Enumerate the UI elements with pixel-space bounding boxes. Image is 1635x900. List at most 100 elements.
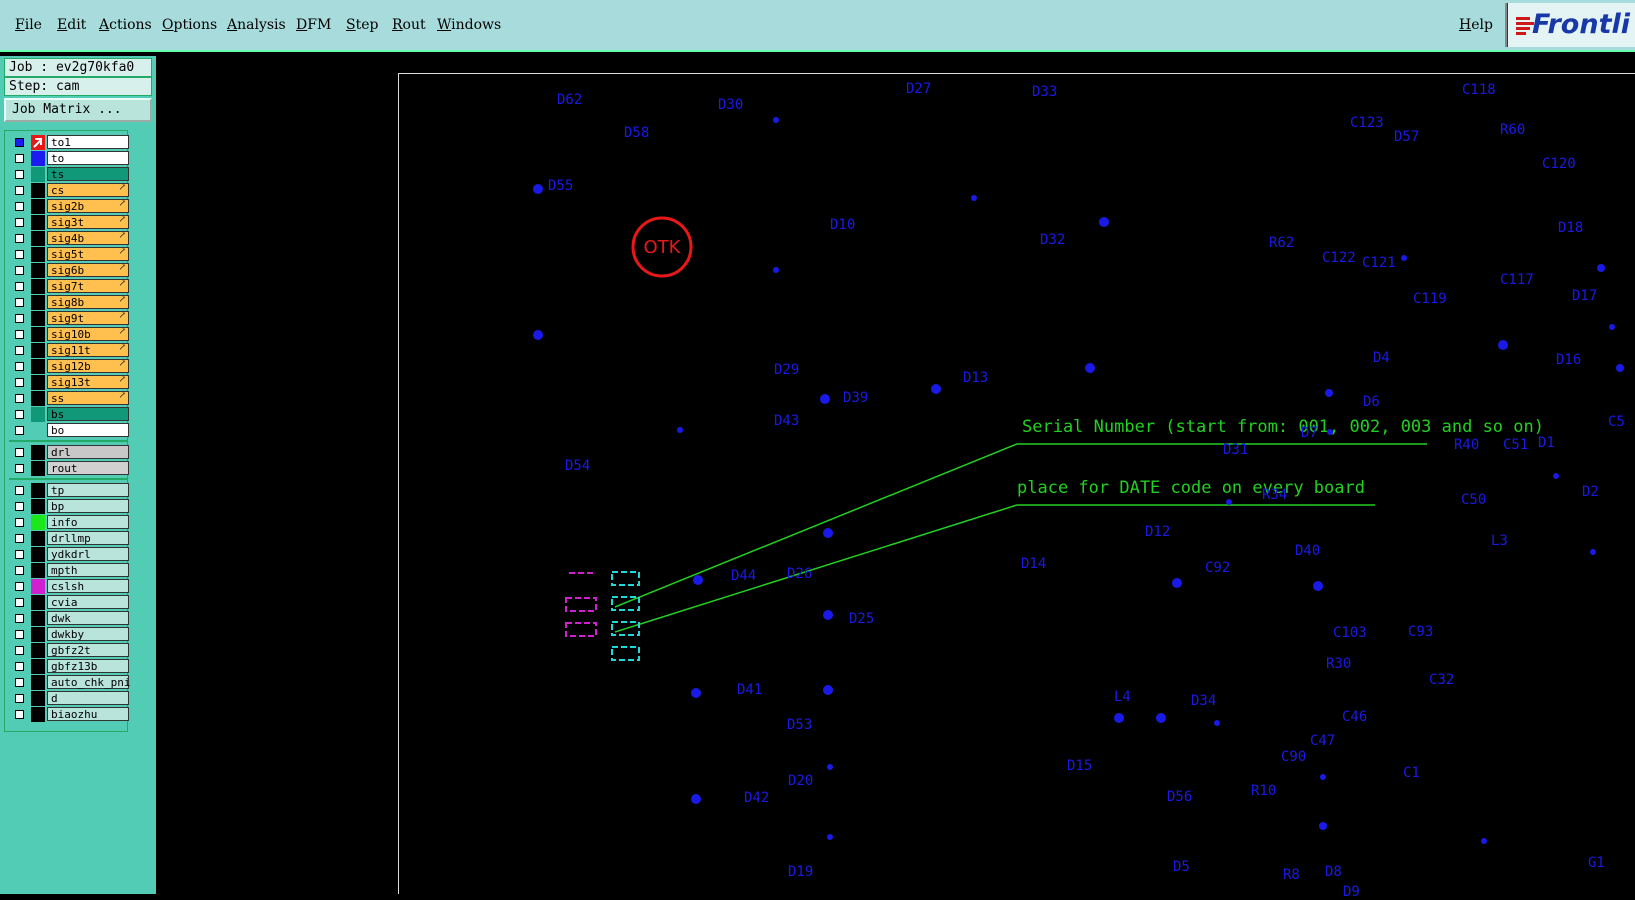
layer-row-cvia[interactable]: cvia: [9, 595, 129, 610]
layer-row-ss[interactable]: ss ↗: [9, 391, 129, 406]
menu-help[interactable]: Help: [1459, 17, 1493, 33]
layer-checkbox[interactable]: [15, 694, 24, 703]
layer-checkbox[interactable]: [15, 202, 24, 211]
layer-color-swatch[interactable]: [31, 247, 45, 262]
layer-checkbox[interactable]: [15, 534, 24, 543]
layer-row-tp[interactable]: tp: [9, 483, 129, 498]
layer-color-swatch[interactable]: [31, 375, 45, 390]
layer-row-rout[interactable]: rout: [9, 461, 129, 476]
layer-checkbox[interactable]: [15, 486, 24, 495]
layer-row-bs[interactable]: bs: [9, 407, 129, 422]
layer-checkbox[interactable]: [15, 426, 24, 435]
layer-row-sig3t[interactable]: sig3t ↗: [9, 215, 129, 230]
layer-checkbox[interactable]: [15, 362, 24, 371]
layer-color-swatch[interactable]: [31, 461, 45, 476]
layer-color-swatch[interactable]: [31, 343, 45, 358]
layer-color-swatch[interactable]: [31, 595, 45, 610]
layer-row-to1[interactable]: to1: [9, 135, 129, 150]
layer-color-swatch[interactable]: [31, 407, 45, 422]
layer-color-swatch[interactable]: [31, 167, 45, 182]
work-layer-arrow-icon[interactable]: [31, 135, 45, 150]
menu-rout[interactable]: Rout: [392, 17, 426, 33]
layer-checkbox[interactable]: [15, 518, 24, 527]
layer-color-swatch[interactable]: [31, 691, 45, 706]
layer-row-sig12b[interactable]: sig12b ↗: [9, 359, 129, 374]
layer-checkbox[interactable]: [15, 464, 24, 473]
layer-row-cslsh[interactable]: cslsh: [9, 579, 129, 594]
layer-row-sig11t[interactable]: sig11t ↗: [9, 343, 129, 358]
layer-color-swatch[interactable]: [31, 483, 45, 498]
layer-color-swatch[interactable]: [31, 547, 45, 562]
layer-color-swatch[interactable]: [31, 579, 45, 594]
layer-checkbox[interactable]: [15, 250, 24, 259]
layer-row-gbfz2t[interactable]: gbfz2t: [9, 643, 129, 658]
layer-row-sig5t[interactable]: sig5t ↗: [9, 247, 129, 262]
layer-color-swatch[interactable]: [31, 515, 45, 530]
layer-color-swatch[interactable]: [31, 391, 45, 406]
layer-row-biaozhu[interactable]: biaozhu: [9, 707, 129, 722]
layer-checkbox[interactable]: [15, 378, 24, 387]
layer-color-swatch[interactable]: [31, 311, 45, 326]
layer-color-swatch[interactable]: [31, 151, 45, 166]
layer-checkbox[interactable]: [15, 678, 24, 687]
layer-color-swatch[interactable]: [31, 627, 45, 642]
layer-checkbox[interactable]: [15, 266, 24, 275]
layer-color-swatch[interactable]: [31, 199, 45, 214]
menu-options[interactable]: Options: [162, 17, 217, 33]
menu-actions[interactable]: Actions: [99, 17, 152, 33]
layer-checkbox[interactable]: [15, 662, 24, 671]
layer-row-sig13t[interactable]: sig13t ↗: [9, 375, 129, 390]
layer-color-swatch[interactable]: [31, 423, 45, 438]
layer-row-mpth[interactable]: mpth: [9, 563, 129, 578]
layer-checkbox[interactable]: [15, 502, 24, 511]
menu-dfm[interactable]: DFM: [296, 17, 331, 33]
layer-row-sig10b[interactable]: sig10b ↗: [9, 327, 129, 342]
layer-row-bo[interactable]: bo: [9, 423, 129, 438]
layer-color-swatch[interactable]: [31, 231, 45, 246]
layer-checkbox[interactable]: [15, 138, 24, 147]
layer-row-sig4b[interactable]: sig4b ↗: [9, 231, 129, 246]
menu-edit[interactable]: Edit: [57, 17, 86, 33]
layer-checkbox[interactable]: [15, 410, 24, 419]
layer-checkbox[interactable]: [15, 218, 24, 227]
layer-row-sig6b[interactable]: sig6b ↗: [9, 263, 129, 278]
layer-row-ydkdrl[interactable]: ydkdrl: [9, 547, 129, 562]
layer-row-ts[interactable]: ts: [9, 167, 129, 182]
layer-checkbox[interactable]: [15, 170, 24, 179]
layer-color-swatch[interactable]: [31, 659, 45, 674]
layer-checkbox[interactable]: [15, 282, 24, 291]
layer-color-swatch[interactable]: [31, 611, 45, 626]
layer-row-sig7t[interactable]: sig7t ↗: [9, 279, 129, 294]
layer-checkbox[interactable]: [15, 614, 24, 623]
layer-row-bp[interactable]: bp: [9, 499, 129, 514]
layer-checkbox[interactable]: [15, 646, 24, 655]
menu-windows[interactable]: Windows: [437, 17, 501, 33]
layer-row-cs[interactable]: cs ↗: [9, 183, 129, 198]
layer-checkbox[interactable]: [15, 186, 24, 195]
layer-checkbox[interactable]: [15, 448, 24, 457]
layer-checkbox[interactable]: [15, 550, 24, 559]
layer-color-swatch[interactable]: [31, 643, 45, 658]
layer-row-info[interactable]: info: [9, 515, 129, 530]
layer-checkbox[interactable]: [15, 598, 24, 607]
layer-checkbox[interactable]: [15, 710, 24, 719]
layer-row-dwk[interactable]: dwk: [9, 611, 129, 626]
layer-color-swatch[interactable]: [31, 263, 45, 278]
layer-color-swatch[interactable]: [31, 295, 45, 310]
layer-row-to[interactable]: to: [9, 151, 129, 166]
menu-analysis[interactable]: Analysis: [227, 17, 286, 33]
layer-checkbox[interactable]: [15, 582, 24, 591]
layer-color-swatch[interactable]: [31, 563, 45, 578]
layer-color-swatch[interactable]: [31, 183, 45, 198]
layer-color-swatch[interactable]: [31, 499, 45, 514]
layer-color-swatch[interactable]: [31, 675, 45, 690]
job-matrix-button[interactable]: Job Matrix ...: [4, 98, 152, 122]
layer-checkbox[interactable]: [15, 346, 24, 355]
layer-color-swatch[interactable]: [31, 531, 45, 546]
layer-row-sig2b[interactable]: sig2b ↗: [9, 199, 129, 214]
layer-color-swatch[interactable]: [31, 215, 45, 230]
layer-checkbox[interactable]: [15, 314, 24, 323]
layer-row-sig9t[interactable]: sig9t ↗: [9, 311, 129, 326]
layer-checkbox[interactable]: [15, 566, 24, 575]
layer-checkbox[interactable]: [15, 154, 24, 163]
